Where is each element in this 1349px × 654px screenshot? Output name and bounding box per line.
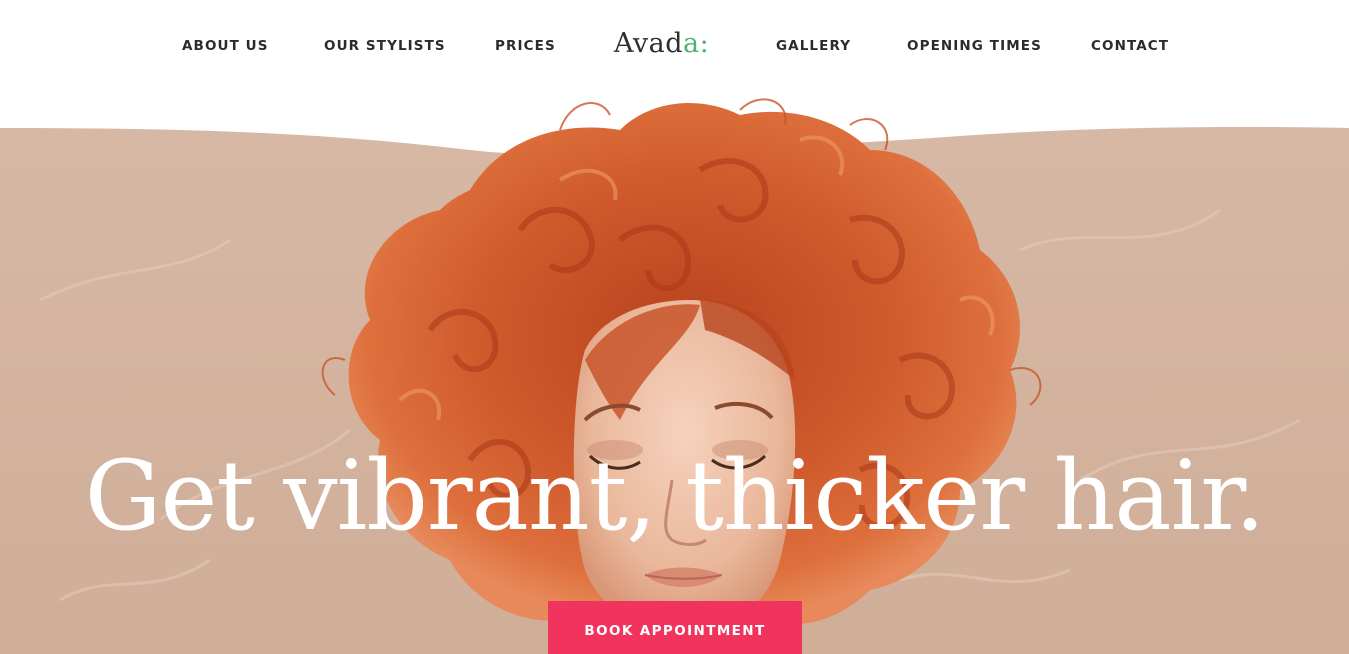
hero-headline: Get vibrant, thicker hair. [84, 440, 1265, 552]
nav-our-stylists[interactable]: OUR STYLISTS [324, 38, 446, 54]
hero-image [0, 98, 1349, 654]
logo-accent: a: [683, 28, 710, 59]
page: Get vibrant, thicker hair. BOOK APPOINTM… [0, 0, 1349, 654]
nav-prices[interactable]: PRICES [495, 38, 556, 54]
nav-contact[interactable]: CONTACT [1091, 38, 1169, 54]
nav-gallery[interactable]: GALLERY [776, 38, 851, 54]
site-logo[interactable]: Avada: [614, 28, 709, 59]
logo-text: Avad [614, 28, 684, 59]
header-nav: ABOUT US OUR STYLISTS PRICES Avada: GALL… [0, 0, 1349, 95]
book-appointment-button[interactable]: BOOK APPOINTMENT [548, 601, 802, 654]
hero-section: Get vibrant, thicker hair. BOOK APPOINTM… [0, 0, 1349, 654]
nav-opening-times[interactable]: OPENING TIMES [907, 38, 1042, 54]
nav-about-us[interactable]: ABOUT US [182, 38, 269, 54]
